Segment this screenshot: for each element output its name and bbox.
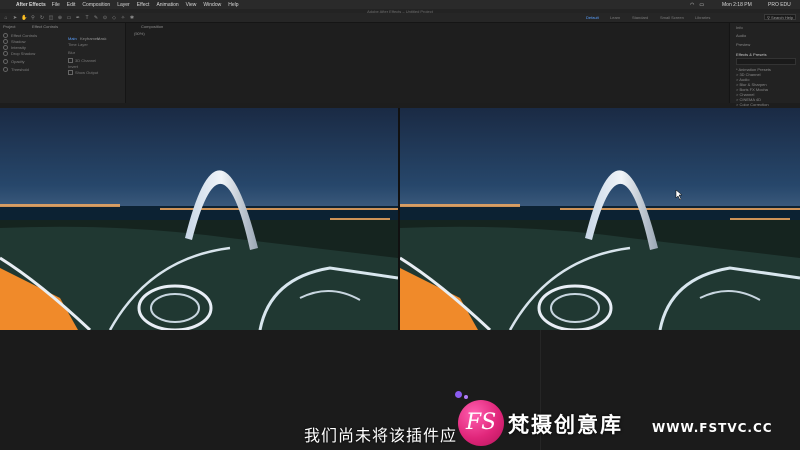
expand-icon [3, 45, 8, 50]
menu-animation[interactable]: Animation [156, 2, 178, 8]
tree-item[interactable]: Shadow [3, 39, 25, 44]
menu-file[interactable]: File [52, 2, 60, 8]
panel-audio[interactable]: Audio [736, 33, 746, 38]
viewer-before[interactable] [0, 108, 398, 330]
panel-info[interactable]: Info [736, 25, 743, 30]
menubar-clock[interactable]: Mon 2:18 PM [722, 0, 752, 9]
search-help-placeholder: Search Help [771, 15, 794, 20]
arch-night-image [0, 108, 398, 330]
workspace-libraries[interactable]: Libraries [695, 14, 710, 21]
menu-edit[interactable]: Edit [67, 2, 76, 8]
zoom-tool-icon[interactable]: ⚲ [30, 15, 36, 21]
watermark-name: 梵摄创意库 [508, 413, 623, 437]
tree-item-label: Effect Controls [11, 33, 38, 38]
prop-invert[interactable]: Invert [68, 64, 78, 69]
eraser-tool-icon[interactable]: ◇ [111, 15, 117, 21]
tree-item[interactable]: Threshold [3, 67, 29, 72]
menu-composition[interactable]: Composition [82, 2, 110, 8]
zoom-level[interactable]: (50%) [134, 31, 145, 36]
tree-item-label: Drop Shadow [11, 51, 36, 56]
expand-icon [3, 59, 8, 64]
effects-search-input[interactable] [736, 58, 796, 65]
tree-item[interactable]: Intensity [3, 45, 26, 50]
workspace-default[interactable]: Default [586, 14, 599, 21]
composition-panel: Composition (50%) [126, 23, 728, 103]
wifi-icon[interactable]: ◠ [690, 2, 694, 8]
rotate-tool-icon[interactable]: ↻ [39, 15, 45, 21]
menu-bar: After Effects File Edit Composition Laye… [0, 0, 800, 9]
checkbox[interactable] [68, 58, 73, 64]
effects-category[interactable]: > Color Correction [736, 102, 769, 107]
logo-dot [455, 391, 462, 398]
camera-tool-icon[interactable]: ◫ [48, 15, 54, 21]
prop-show-output[interactable]: Show Output [68, 70, 99, 76]
type-tool-icon[interactable]: T [84, 15, 90, 21]
tree-item-label: Intensity [11, 45, 26, 50]
menu-help[interactable]: Help [228, 2, 238, 8]
home-icon[interactable]: ⌂ [3, 15, 9, 21]
tree-item-label: Shadow [11, 39, 26, 44]
menubar-user[interactable]: PRO EDU [768, 0, 791, 9]
expand-icon [3, 67, 8, 72]
prop-blur[interactable]: Blur [68, 50, 75, 55]
rectangle-tool-icon[interactable]: ▭ [66, 15, 72, 21]
menu-effect[interactable]: Effect [137, 2, 150, 8]
video-subtitle: 我们尚未将该插件应 [304, 426, 458, 445]
tree-item-label: Threshold [11, 67, 29, 72]
menu-window[interactable]: Window [203, 2, 221, 8]
pan-tool-icon[interactable]: ⊕ [57, 15, 63, 21]
menu-view[interactable]: View [186, 2, 197, 8]
prop-label: 3D Channel [75, 58, 97, 63]
expand-icon [3, 39, 8, 44]
logo-dot [464, 395, 468, 399]
search-help-input[interactable]: ⚲ Search Help [764, 14, 796, 20]
effects-presets-panel: Info Audio Preview Effects & Presets * A… [729, 23, 800, 107]
prop-time-layer[interactable]: Time Layer [68, 42, 88, 47]
tree-item-label: Opacity [11, 59, 25, 64]
tab-effect-controls[interactable]: Effect Controls [32, 24, 58, 29]
workspace-small-screen[interactable]: Small Screen [660, 14, 684, 21]
tree-item[interactable]: Drop Shadow [3, 51, 35, 56]
checkbox[interactable] [68, 70, 73, 76]
tab-mask[interactable]: Mask [97, 36, 107, 41]
tab-project[interactable]: Project [3, 24, 15, 29]
prop-3d-channel[interactable]: 3D Channel [68, 58, 97, 64]
panel-effects-presets[interactable]: Effects & Presets [736, 52, 767, 57]
hand-tool-icon[interactable]: ✋ [21, 15, 27, 21]
workspace-learn[interactable]: Learn [610, 14, 620, 21]
expand-icon [3, 33, 8, 38]
roto-tool-icon[interactable]: ✧ [120, 15, 126, 21]
brush-tool-icon[interactable]: ✎ [93, 15, 99, 21]
pen-tool-icon[interactable]: ✒ [75, 15, 81, 21]
arch-night-image [400, 108, 800, 330]
workspace-standard[interactable]: Standard [632, 14, 648, 21]
clone-tool-icon[interactable]: ⊙ [102, 15, 108, 21]
selection-tool-icon[interactable]: ➤ [12, 15, 18, 21]
viewer-after[interactable] [400, 108, 800, 330]
expand-icon [3, 51, 8, 56]
battery-icon[interactable]: ▭ [699, 2, 704, 8]
puppet-tool-icon[interactable]: ✱ [129, 15, 135, 21]
project-panel: Project Effect Controls Effect Controls … [0, 23, 126, 103]
tab-composition[interactable]: Composition [141, 24, 163, 29]
prop-label: Show Output [75, 70, 99, 75]
status-icons: ◠ ▭ [690, 0, 709, 9]
tab-main[interactable]: Main [68, 36, 77, 41]
panel-preview[interactable]: Preview [736, 42, 750, 47]
tree-item[interactable]: Opacity [3, 59, 25, 64]
tree-item[interactable]: Effect Controls [3, 33, 37, 38]
app-menu-name[interactable]: After Effects [16, 2, 46, 8]
watermark-url: WWW.FSTVC.CC [652, 421, 773, 435]
menu-layer[interactable]: Layer [117, 2, 130, 8]
watermark-logo: FS [458, 400, 504, 446]
